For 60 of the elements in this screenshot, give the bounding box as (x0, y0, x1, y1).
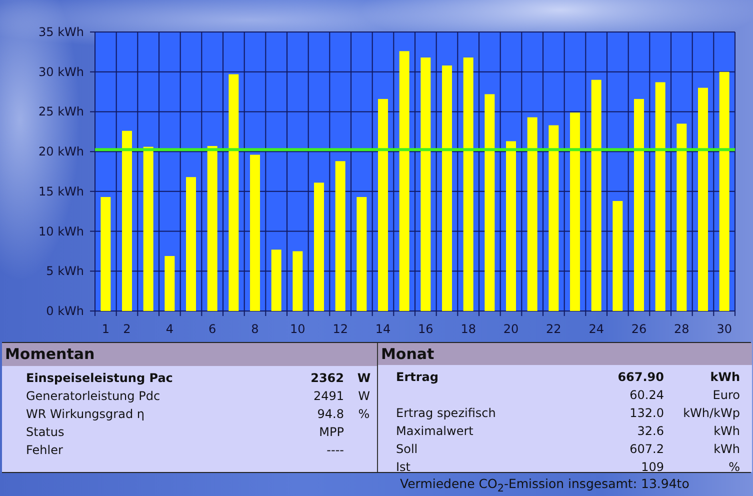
x-axis-label: 30 (716, 322, 732, 336)
row-label: Status (26, 425, 64, 439)
row-value: 32.6 (637, 424, 664, 438)
row-label: Generatorleistung Pdc (26, 389, 160, 403)
panel-title: Momentan (2, 343, 377, 366)
x-axis-label: 28 (674, 322, 690, 336)
x-axis-label: 16 (418, 322, 434, 336)
row-label: Maximalwert (396, 424, 474, 438)
row-value: 667.90 (618, 370, 664, 384)
x-axis-label: 8 (251, 322, 259, 336)
row-unit: kWh/kWp (683, 406, 740, 420)
x-axis-label: 2 (123, 322, 131, 336)
x-axis-label: 22 (546, 322, 562, 336)
y-axis-label: 25 kWh (38, 104, 84, 119)
row-value: 2491 (313, 389, 344, 403)
row-value: 109 (641, 460, 664, 474)
bar (292, 251, 303, 311)
row-value: 2362 (310, 371, 344, 385)
row-unit: kWh (714, 424, 740, 438)
x-axis-label: 10 (290, 322, 306, 336)
row-label: Einspeiseleistung Pac (26, 371, 173, 385)
co2-savings-text: Vermiedene CO$_{2}$-Emission insgesamt: 13.94to (399, 475, 690, 491)
bar (271, 250, 282, 311)
row-label: Ertrag spezifisch (396, 406, 496, 420)
row-label: Fehler (26, 443, 63, 457)
x-axis-label: 20 (503, 322, 519, 336)
row-label: Soll (396, 442, 418, 456)
x-axis-label: 26 (631, 322, 647, 336)
x-axis-label: 24 (588, 322, 604, 336)
x-axis-label: 12 (332, 322, 348, 336)
row-label: Ist (396, 460, 410, 474)
row-value: 607.2 (630, 442, 664, 456)
row-value: MPP (319, 425, 344, 439)
row-value: 60.24 (630, 388, 664, 402)
panel-title: Monat (378, 343, 752, 365)
y-axis-label: 30 kWh (38, 64, 84, 79)
x-axis-label: 4 (166, 322, 174, 336)
row-unit: W (357, 371, 371, 385)
row-label: WR Wirkungsgrad η (26, 407, 144, 421)
y-axis-label: 35 kWh (38, 25, 84, 39)
y-axis-label: 0 kWh (46, 304, 84, 318)
row-unit: kWh (710, 370, 740, 384)
x-axis-label: 6 (208, 322, 216, 336)
x-axis-label: 18 (460, 322, 476, 336)
row-value: ---- (326, 443, 344, 457)
row-unit: % (358, 407, 370, 421)
y-axis-label: 15 kWh (38, 184, 84, 198)
x-axis-label: 1 (102, 322, 110, 336)
y-axis-label: 20 kWh (38, 144, 84, 159)
row-label: Ertrag (396, 370, 438, 384)
bar (164, 256, 175, 311)
row-value: 132.0 (630, 406, 664, 420)
row-unit: kWh (714, 442, 740, 456)
x-axis-label: 14 (375, 322, 391, 336)
row-unit: W (358, 389, 370, 403)
row-unit: % (728, 460, 740, 474)
y-axis-label: 10 kWh (38, 224, 84, 238)
row-unit: Euro (712, 388, 740, 402)
y-axis-label: 5 kWh (46, 264, 84, 278)
row-value: 94.8 (317, 407, 344, 421)
